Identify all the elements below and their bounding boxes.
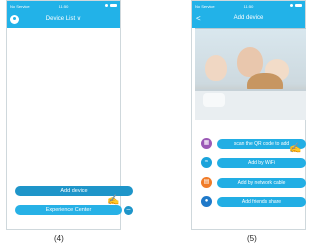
signal-icon bbox=[105, 4, 108, 7]
tap-gesture-icon: ✍ bbox=[107, 195, 120, 206]
wifi-icon: ≈ bbox=[201, 157, 212, 168]
experience-center-button[interactable]: Experience Center bbox=[15, 205, 122, 215]
add-friends-share-button[interactable]: Add friends share bbox=[217, 197, 306, 207]
status-bar: No Service 11:50 bbox=[192, 1, 305, 11]
page-title[interactable]: Device List ∨ bbox=[7, 15, 120, 22]
device-list-area bbox=[7, 28, 120, 229]
option-row-wifi[interactable]: ≈ Add by WiFi bbox=[201, 157, 306, 169]
option-row-cable[interactable]: ▤ Add by network cable bbox=[201, 177, 306, 189]
nav-bar: Device List ∨ bbox=[7, 11, 120, 28]
caption-5: (5) bbox=[247, 234, 257, 243]
pillow bbox=[203, 93, 225, 107]
page-title: Add device bbox=[233, 15, 264, 21]
status-time: 11:50 bbox=[58, 4, 69, 9]
tap-gesture-icon: ✍ bbox=[289, 143, 302, 154]
status-time: 11:50 bbox=[243, 4, 254, 9]
qr-code-icon: ▦ bbox=[201, 138, 212, 149]
collapse-icon[interactable]: – bbox=[124, 206, 133, 215]
battery-icon bbox=[110, 4, 117, 7]
add-by-wifi-button[interactable]: Add by WiFi bbox=[217, 158, 306, 168]
option-row-share[interactable]: ● Add friends share bbox=[201, 196, 306, 208]
signal-icon bbox=[290, 4, 293, 7]
add-by-cable-button[interactable]: Add by network cable bbox=[217, 178, 306, 188]
nav-bar: < Add device bbox=[192, 11, 305, 28]
battery-icon bbox=[295, 4, 302, 7]
status-bar: No Service 11:50 bbox=[7, 1, 120, 11]
caption-4: (4) bbox=[54, 234, 64, 243]
network-cable-icon: ▤ bbox=[201, 177, 212, 188]
family-photo bbox=[195, 28, 306, 120]
friends-share-icon: ● bbox=[201, 196, 212, 207]
person-figure bbox=[205, 55, 227, 81]
